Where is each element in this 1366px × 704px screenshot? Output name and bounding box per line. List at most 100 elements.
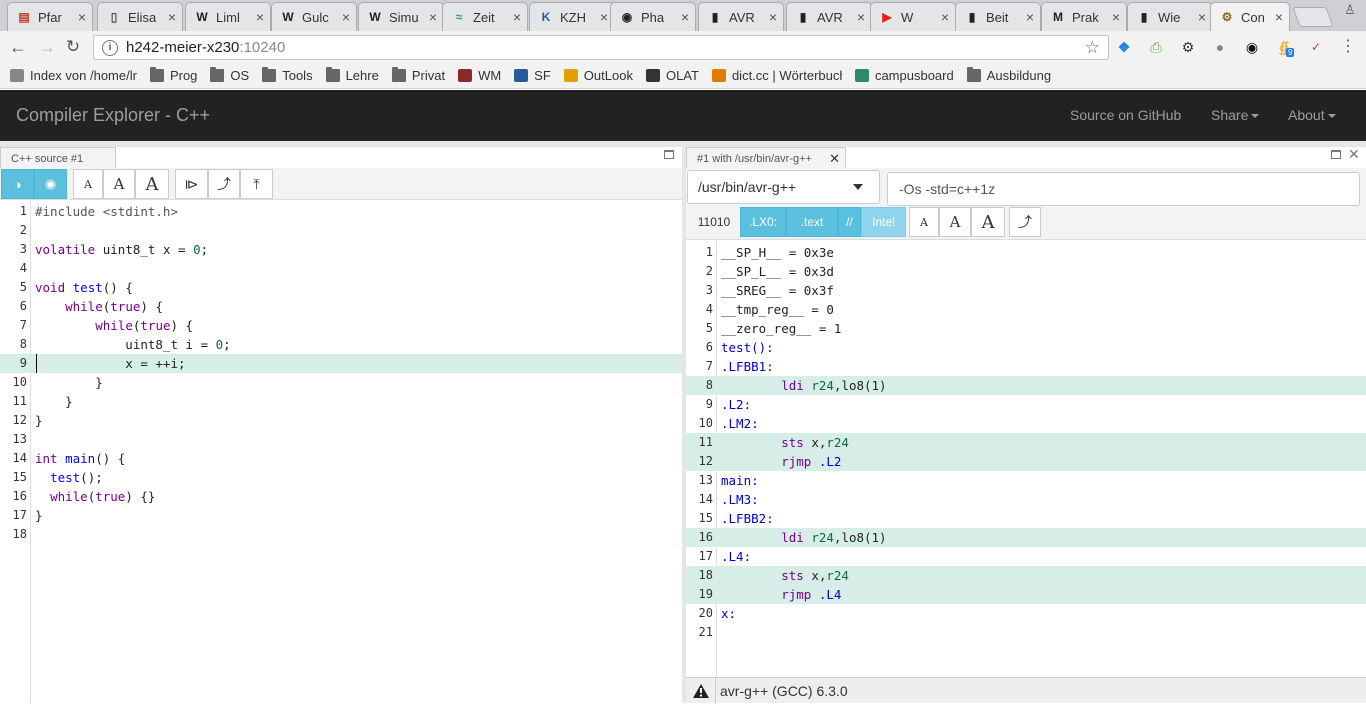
browser-tab[interactable]: ▮Wie× [1127, 2, 1213, 31]
code-line[interactable]: 10 } [0, 373, 682, 392]
font-large-button[interactable]: A [135, 169, 169, 199]
close-tab-icon[interactable]: × [513, 9, 521, 25]
asm-line[interactable]: 2__SP_L__ = 0x3d [686, 262, 1366, 281]
code-line[interactable]: 2 [0, 221, 682, 240]
close-tab-icon[interactable]: × [429, 9, 437, 25]
forward-button[interactable]: → [36, 37, 58, 57]
maximize-icon[interactable] [1331, 150, 1341, 159]
asm-line[interactable]: 4__tmp_reg__ = 0 [686, 300, 1366, 319]
back-button[interactable]: ← [7, 37, 29, 57]
bookmark-item[interactable]: WM [458, 68, 501, 83]
asm-line[interactable]: 7.LFBB1: [686, 357, 1366, 376]
address-bar[interactable]: i h242-meier-x230:10240 ☆ [93, 35, 1109, 60]
bookmark-item[interactable]: Tools [262, 68, 312, 83]
asm-line[interactable]: 12 rjmp .L2 [686, 452, 1366, 471]
bookmark-item[interactable]: Prog [150, 68, 197, 83]
asm-line[interactable]: 18 sts x,r24 [686, 566, 1366, 585]
vim-mode-button[interactable]: ◑ [1, 169, 34, 199]
browser-tab[interactable]: ▶W× [870, 2, 956, 31]
compiler-options-input[interactable]: -Os -std=c++1z [887, 172, 1360, 206]
abp-extension-icon[interactable]: ✓ [1307, 38, 1325, 56]
close-tab-icon[interactable]: ✕ [829, 151, 840, 167]
browser-tab[interactable]: MPrak× [1041, 2, 1127, 31]
close-tab-icon[interactable]: × [681, 9, 689, 25]
font-small-button[interactable]: A [909, 207, 939, 237]
font-small-button[interactable]: A [73, 169, 103, 199]
code-line[interactable]: 3volatile uint8_t x = 0; [0, 240, 682, 259]
asm-line[interactable]: 6test(): [686, 338, 1366, 357]
new-tab-button[interactable] [1292, 7, 1333, 27]
close-tab-icon[interactable]: × [256, 9, 264, 25]
bookmark-item[interactable]: OLAT [646, 68, 699, 83]
reload-button[interactable]: ↻ [62, 37, 84, 57]
asm-line[interactable]: 19 rjmp .L4 [686, 585, 1366, 604]
font-large-button[interactable]: A [971, 207, 1005, 237]
browser-tab[interactable]: WGulc× [271, 2, 357, 31]
code-line[interactable]: 18 [0, 525, 682, 544]
warning-icon[interactable] [686, 678, 716, 704]
bookmark-item[interactable]: Privat [392, 68, 445, 83]
asm-line[interactable]: 20x: [686, 604, 1366, 623]
nav-about[interactable]: About [1288, 107, 1336, 123]
font-medium-button[interactable]: A [103, 169, 135, 199]
filter-comments[interactable]: // [838, 207, 861, 237]
bookmark-item[interactable]: campusboard [855, 68, 954, 83]
close-tab-icon[interactable]: × [168, 9, 176, 25]
conformance-view-icon[interactable]: ⧐ [175, 169, 208, 199]
filter-binary[interactable]: 11010 [690, 207, 738, 237]
editor-tab[interactable]: C++ source #1 [0, 147, 116, 168]
compiler-select[interactable]: /usr/bin/avr-g++ [687, 170, 880, 204]
close-tab-icon[interactable]: × [78, 9, 86, 25]
add-compiler-button[interactable]: ◉ [34, 169, 67, 199]
code-line[interactable]: 16 while(true) {} [0, 487, 682, 506]
asm-line[interactable]: 9.L2: [686, 395, 1366, 414]
site-info-icon[interactable]: i [102, 40, 118, 56]
code-line[interactable]: 17} [0, 506, 682, 525]
code-line[interactable]: 1#include <stdint.h> [0, 202, 682, 221]
asm-line[interactable]: 3__SREG__ = 0x3f [686, 281, 1366, 300]
open-external-icon[interactable]: ⤴ [1009, 207, 1041, 237]
bookmark-item[interactable]: Ausbildung [967, 68, 1051, 83]
asm-line[interactable]: 13main: [686, 471, 1366, 490]
bookmark-item[interactable]: OutLook [564, 68, 633, 83]
code-line[interactable]: 5void test() { [0, 278, 682, 297]
pocket-extension-icon[interactable]: ◉ [1243, 38, 1261, 56]
asm-line[interactable]: 16 ldi r24,lo8(1) [686, 528, 1366, 547]
source-editor[interactable]: 1#include <stdint.h>23volatile uint8_t x… [0, 200, 682, 703]
code-line[interactable]: 11 } [0, 392, 682, 411]
bookmark-item[interactable]: Index von /home/lr [10, 68, 137, 83]
code-line[interactable]: 12} [0, 411, 682, 430]
menu-icon[interactable]: ⋮ [1339, 38, 1357, 56]
browser-tab[interactable]: KKZH× [529, 2, 615, 31]
font-medium-button[interactable]: A [939, 207, 971, 237]
bookmark-star-icon[interactable]: ☆ [1085, 38, 1100, 58]
bookmark-item[interactable]: OS [210, 68, 249, 83]
code-line[interactable]: 14int main() { [0, 449, 682, 468]
bookmark-item[interactable]: dict.cc | Wörterbuch [712, 68, 842, 83]
browser-tab[interactable]: ▮AVR× [698, 2, 784, 31]
close-tab-icon[interactable]: × [1198, 9, 1206, 25]
globe-extension-icon[interactable]: ● [1211, 38, 1229, 56]
asm-line[interactable]: 5__zero_reg__ = 1 [686, 319, 1366, 338]
asm-line[interactable]: 8 ldi r24,lo8(1) [686, 376, 1366, 395]
nav-source-on-github[interactable]: Source on GitHub [1070, 107, 1181, 123]
code-line[interactable]: 7 while(true) { [0, 316, 682, 335]
translate-extension-icon[interactable]: ❖ [1115, 38, 1133, 56]
code-line[interactable]: 6 while(true) { [0, 297, 682, 316]
close-tab-icon[interactable]: × [857, 9, 865, 25]
close-tab-icon[interactable]: × [941, 9, 949, 25]
browser-tab[interactable]: ▯Elisa× [97, 2, 183, 31]
browser-tab[interactable]: ▤Pfar× [7, 2, 93, 31]
filter-directives[interactable]: .text [786, 207, 838, 237]
rss-extension-icon[interactable]: ∯9 [1275, 38, 1293, 56]
filter-intel[interactable]: Intel [861, 207, 906, 237]
filter-labels[interactable]: .LX0: [740, 207, 786, 237]
code-line[interactable]: 15 test(); [0, 468, 682, 487]
browser-tab[interactable]: ▮AVR× [786, 2, 872, 31]
code-line[interactable]: 9 x = ++i; [0, 354, 682, 373]
browser-tab[interactable]: ≈Zeit× [442, 2, 528, 31]
close-tab-icon[interactable]: × [1275, 9, 1283, 25]
asm-line[interactable]: 21 [686, 623, 1366, 642]
browser-tab[interactable]: ⚙Con× [1210, 2, 1290, 31]
code-line[interactable]: 4 [0, 259, 682, 278]
